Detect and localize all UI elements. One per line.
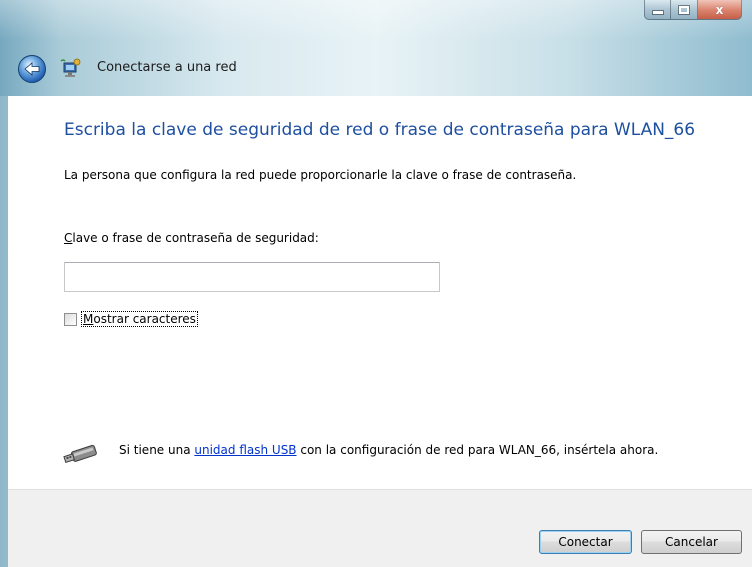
back-arrow-icon [24,62,40,76]
security-key-input[interactable] [64,262,440,292]
usb-flash-drive-icon [63,444,97,464]
window-title: Conectarse a una red [97,60,237,75]
show-characters-row[interactable]: Mostrar caracteres [64,311,198,327]
network-icon [60,58,81,77]
cancel-button[interactable]: Cancelar [641,530,742,554]
password-label: Clave o frase de contraseña de seguridad… [64,231,319,245]
description-text: La persona que configura la red puede pr… [64,168,577,182]
minimize-button[interactable] [644,0,671,20]
usb-hint-prefix: Si tiene una [119,443,195,457]
maximize-button[interactable] [671,0,698,20]
maximize-icon [678,4,690,15]
connect-button[interactable]: Conectar [539,530,632,554]
usb-hint-suffix: con la configuración de red para WLAN_66… [296,443,659,457]
back-button[interactable] [18,55,46,83]
connect-network-window: x Conectarse a una red Escriba la clave … [0,0,752,567]
button-bar: Conectar Cancelar [8,489,752,567]
window-controls: x [644,0,742,20]
minimize-icon [651,10,664,15]
show-characters-text: ostrar caracteres [93,312,196,326]
title-bar: x Conectarse a una red [0,0,752,96]
close-button[interactable]: x [698,0,742,20]
usb-flash-drive-link[interactable]: unidad flash USB [194,443,296,457]
show-characters-checkbox[interactable] [64,312,77,326]
show-characters-accelerator: M [83,312,94,326]
usb-hint-text: Si tiene una unidad flash USB con la con… [119,442,679,459]
content-area: Escriba la clave de seguridad de red o f… [8,96,752,489]
page-heading: Escriba la clave de seguridad de red o f… [64,120,696,140]
close-icon: x [715,2,724,17]
password-label-text: lave o frase de contraseña de seguridad: [72,231,319,245]
show-characters-label[interactable]: Mostrar caracteres [81,311,198,327]
